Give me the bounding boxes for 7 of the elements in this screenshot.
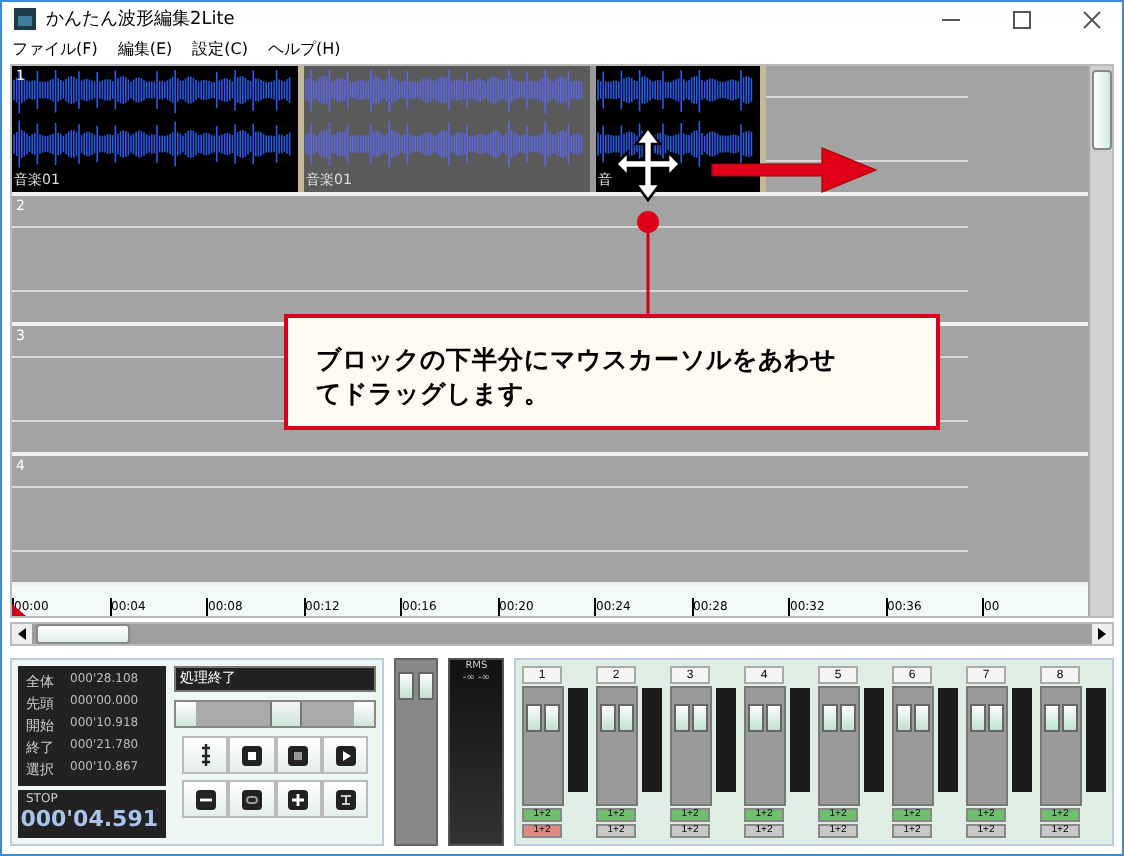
current-time: 000'04.591 [20, 806, 158, 832]
callout-tooltip: ブロックの下半分にマウスカーソルをあわせてドラッグします。 [284, 314, 940, 430]
window-title: かんたん波形編集2Lite [46, 7, 237, 33]
menu-item[interactable]: ヘルプ(H) [267, 37, 341, 60]
menu-item[interactable]: ファイル(F) [12, 37, 98, 60]
menu-item[interactable]: 設定(C) [192, 37, 248, 60]
menu-item[interactable]: 編集(E) [117, 37, 173, 60]
